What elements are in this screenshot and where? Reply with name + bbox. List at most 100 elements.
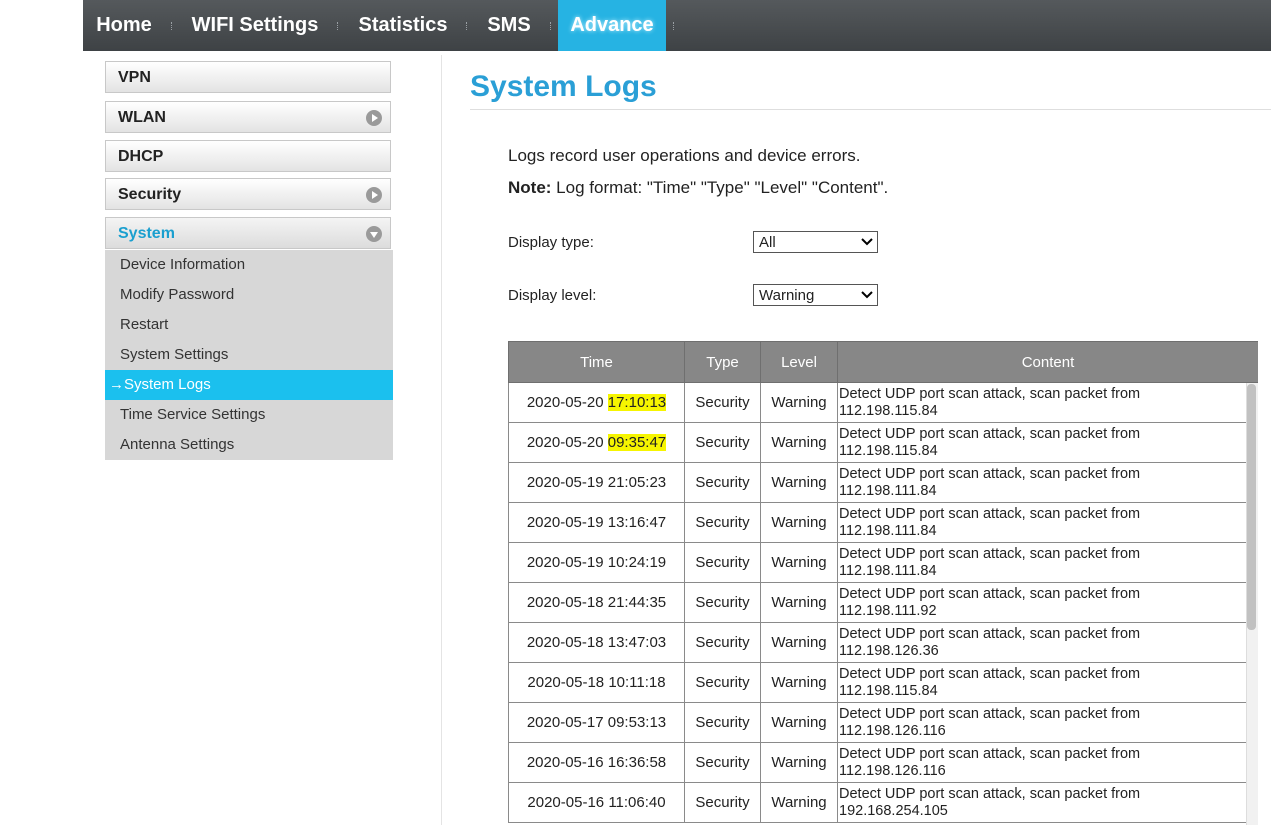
content-line-2: 112.198.111.84	[839, 482, 937, 499]
content-line-1: Detect UDP port scan attack, scan packet…	[839, 505, 1141, 522]
table-row: 2020-05-18 10:11:18 Security Warning Detect…	[508, 662, 1258, 703]
cell-type: Security	[684, 782, 761, 823]
table-row: 2020-05-20 09:35:47 Security Warning Detect…	[508, 422, 1258, 463]
cell-level: Warning	[760, 462, 838, 503]
sidebar-item-time-service-settings[interactable]: Time Service Settings	[105, 400, 393, 430]
table-row: 2020-05-19 10:24:19 Security Warning Detect…	[508, 542, 1258, 583]
cell-level: Warning	[760, 582, 838, 623]
content-line-2: 192.168.254.105	[839, 802, 948, 819]
content-line-1: Detect UDP port scan attack, scan packet…	[839, 385, 1141, 402]
log-table-body: 2020-05-20 17:10:13 Security Warning Detect…	[508, 382, 1258, 823]
table-row: 2020-05-19 13:16:47 Security Warning Detect…	[508, 502, 1258, 543]
table-scrollbar-thumb[interactable]	[1247, 384, 1256, 630]
log-format-note: Note: Log format: "Time" "Type" "Level" …	[508, 178, 888, 198]
log-table-container: Time Type Level Content 2020-05-20 17:10…	[508, 341, 1258, 825]
nav-separator	[337, 22, 339, 30]
cell-content: Detect UDP port scan attack, scan packet…	[837, 422, 1258, 463]
sidebar-item-device-information[interactable]: Device Information	[105, 250, 393, 280]
content-line-2: 112.198.126.36	[839, 642, 939, 659]
table-row: 2020-05-18 13:47:03 Security Warning Detect…	[508, 622, 1258, 663]
nav-separator	[466, 22, 468, 30]
log-date: 2020-05-19	[526, 514, 604, 531]
nav-separator	[673, 22, 675, 30]
cell-level: Warning	[760, 542, 838, 583]
cell-time: 2020-05-18 10:11:18	[508, 662, 685, 703]
cell-type: Security	[684, 542, 761, 583]
log-clock: 21:44:35	[607, 594, 667, 611]
cell-time: 2020-05-17 09:53:13	[508, 702, 685, 743]
cell-level: Warning	[760, 382, 838, 423]
content-line-1: Detect UDP port scan attack, scan packet…	[839, 665, 1141, 682]
cell-content: Detect UDP port scan attack, scan packet…	[837, 702, 1258, 743]
log-table: Time Type Level Content 2020-05-20 17:10…	[508, 341, 1258, 823]
sidebar-item-antenna-settings[interactable]: Antenna Settings	[105, 430, 393, 460]
sidebar-section-dhcp[interactable]: DHCP	[105, 140, 391, 172]
content-line-1: Detect UDP port scan attack, scan packet…	[839, 785, 1141, 802]
cell-content: Detect UDP port scan attack, scan packet…	[837, 782, 1258, 823]
cell-time: 2020-05-16 16:36:58	[508, 742, 685, 783]
page-title: System Logs	[470, 70, 657, 103]
sidebar-item-system-logs[interactable]: →System Logs	[105, 370, 393, 400]
sidebar-section-label: WLAN	[118, 109, 166, 126]
content-line-1: Detect UDP port scan attack, scan packet…	[839, 585, 1141, 602]
sidebar-section-label: DHCP	[118, 148, 164, 165]
content-line-1: Detect UDP port scan attack, scan packet…	[839, 545, 1141, 562]
nav-advance[interactable]: Advance	[558, 0, 666, 51]
log-date: 2020-05-19	[526, 554, 604, 571]
note-label: Note:	[508, 178, 552, 197]
log-date: 2020-05-19	[526, 474, 604, 491]
sidebar-item-label: System Logs	[124, 376, 211, 393]
cell-type: Security	[684, 382, 761, 423]
sidebar-item-modify-password[interactable]: Modify Password	[105, 280, 393, 310]
display-type-select[interactable]: All	[753, 231, 878, 253]
log-clock: 09:35:47	[607, 434, 667, 451]
sidebar-section-wlan[interactable]: WLAN	[105, 101, 391, 133]
chevron-right-icon	[366, 110, 382, 126]
log-clock: 13:16:47	[607, 514, 667, 531]
log-date: 2020-05-18	[526, 634, 604, 651]
content-line-2: 112.198.115.84	[839, 442, 938, 459]
cell-time: 2020-05-20 09:35:47	[508, 422, 685, 463]
chevron-down-icon	[861, 238, 873, 246]
chevron-right-icon	[366, 187, 382, 203]
cell-time: 2020-05-19 13:16:47	[508, 502, 685, 543]
log-date: 2020-05-16	[526, 754, 604, 771]
cell-type: Security	[684, 662, 761, 703]
table-row: 2020-05-16 11:06:40 Security Warning Detect…	[508, 782, 1258, 823]
cell-type: Security	[684, 462, 761, 503]
content-line-1: Detect UDP port scan attack, scan packet…	[839, 705, 1141, 722]
cell-time: 2020-05-19 10:24:19	[508, 542, 685, 583]
display-level-select[interactable]: Warning	[753, 284, 878, 306]
cell-content: Detect UDP port scan attack, scan packet…	[837, 542, 1258, 583]
nav-wifi-settings[interactable]: WIFI Settings	[179, 0, 331, 51]
cell-level: Warning	[760, 702, 838, 743]
chevron-down-icon	[366, 226, 382, 242]
table-row: 2020-05-16 16:36:58 Security Warning Detect…	[508, 742, 1258, 783]
nav-home[interactable]: Home	[83, 0, 165, 51]
cell-level: Warning	[760, 782, 838, 823]
sidebar-section-vpn[interactable]: VPN	[105, 61, 391, 93]
page-description: Logs record user operations and device e…	[508, 146, 861, 165]
content-line-2: 112.198.111.92	[839, 602, 937, 619]
content-line-2: 112.198.126.116	[839, 762, 946, 779]
cell-content: Detect UDP port scan attack, scan packet…	[837, 662, 1258, 703]
cell-time: 2020-05-20 17:10:13	[508, 382, 685, 423]
cell-time: 2020-05-19 21:05:23	[508, 462, 685, 503]
note-text: Log format: "Time" "Type" "Level" "Conte…	[551, 178, 889, 197]
display-level-label: Display level:	[508, 287, 597, 304]
display-level-value: Warning	[759, 287, 815, 304]
log-date: 2020-05-20	[526, 434, 604, 451]
log-clock: 11:06:40	[608, 794, 666, 811]
sidebar-item-restart[interactable]: Restart	[105, 310, 393, 340]
nav-statistics[interactable]: Statistics	[348, 0, 458, 51]
system-submenu: Device Information Modify Password Resta…	[105, 250, 393, 460]
sidebar-section-label: VPN	[118, 69, 151, 86]
column-header-time: Time	[508, 341, 685, 383]
sidebar-item-system-settings[interactable]: System Settings	[105, 340, 393, 370]
nav-sms[interactable]: SMS	[477, 0, 541, 51]
cell-content: Detect UDP port scan attack, scan packet…	[837, 622, 1258, 663]
cell-type: Security	[684, 622, 761, 663]
sidebar-section-security[interactable]: Security	[105, 178, 391, 210]
vertical-divider	[441, 55, 442, 825]
sidebar-section-system[interactable]: System	[105, 217, 391, 249]
